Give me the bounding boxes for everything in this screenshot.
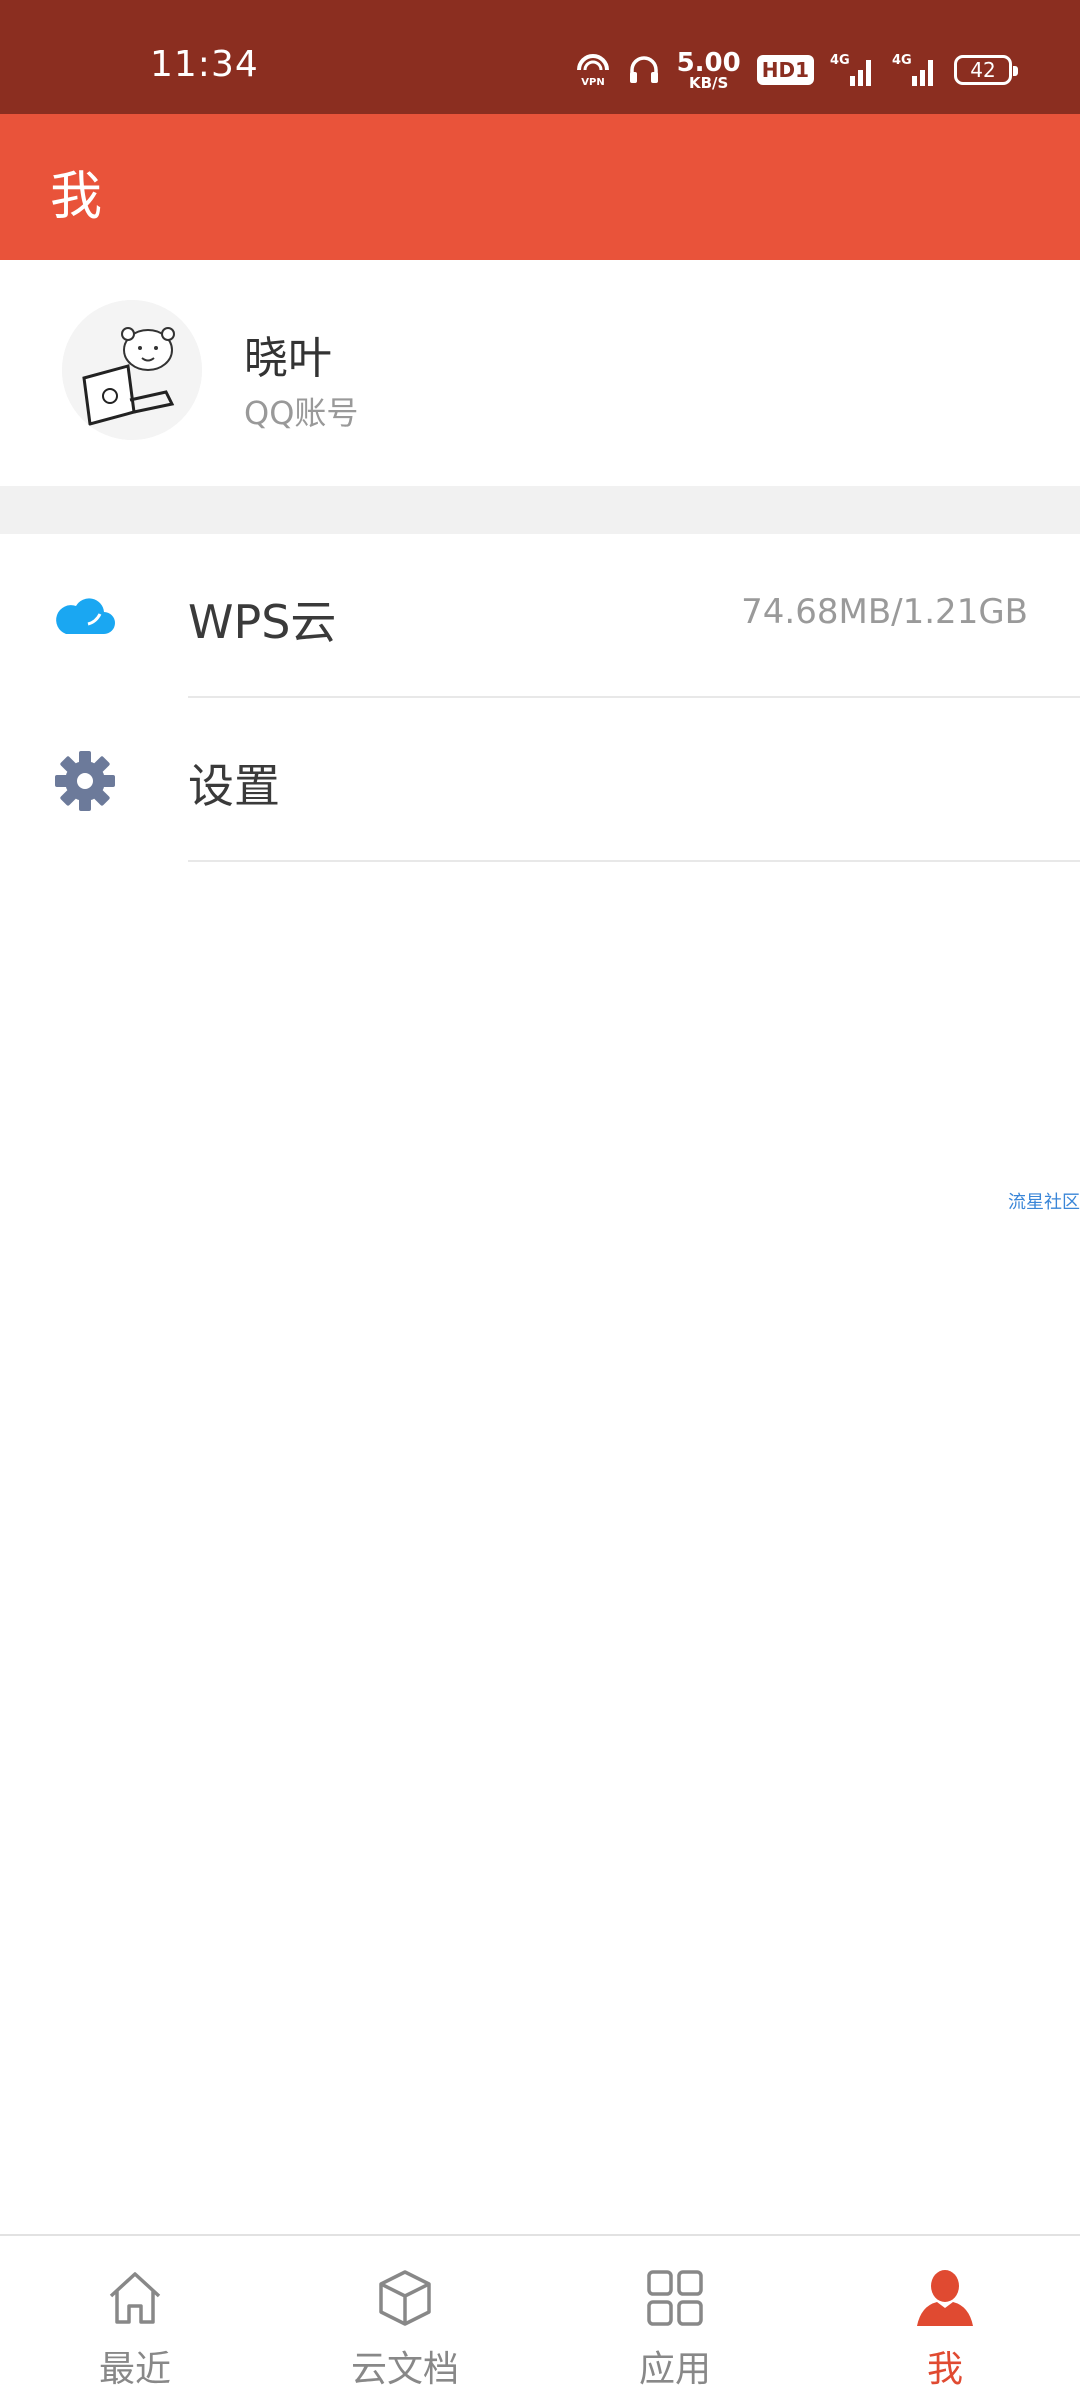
settings-label: 设置 (188, 759, 280, 813)
tab-apps[interactable]: 应用 (540, 2236, 810, 2400)
headphones-icon (627, 53, 661, 87)
tab-recent[interactable]: 最近 (0, 2236, 270, 2400)
page-title: 我 (50, 167, 103, 227)
tab-cloud-docs[interactable]: 云文档 (270, 2236, 540, 2400)
person-icon (913, 2266, 977, 2330)
status-bar: 11:34 VPN 5.00 KB/S HD1 4G 4G 42 (0, 0, 1080, 114)
cloud-icon (52, 584, 118, 650)
profile-card[interactable]: 晓叶 QQ账号 (0, 260, 1080, 486)
battery-icon: 42 (954, 55, 1018, 85)
hd-badge: HD1 (756, 55, 814, 85)
status-icons: VPN 5.00 KB/S HD1 4G 4G 42 (575, 47, 1018, 92)
row-divider (188, 860, 1080, 862)
tab-label: 我 (926, 2349, 963, 2390)
wps-cloud-row[interactable]: WPS云 74.68MB/1.21GB (0, 534, 1080, 698)
cube-icon (373, 2266, 437, 2330)
signal-icon: 4G (892, 50, 938, 90)
app-bar: 我 (0, 114, 1080, 260)
storage-usage: 74.68MB/1.21GB (741, 592, 1028, 632)
avatar[interactable] (62, 300, 202, 440)
gear-icon (52, 748, 118, 814)
svg-text:VPN: VPN (581, 77, 604, 88)
grid-icon (643, 2266, 707, 2330)
bottom-tab-bar: 最近 云文档 应用 我 (0, 2234, 1080, 2400)
account-type: QQ账号 (244, 394, 359, 432)
user-name: 晓叶 (244, 333, 332, 384)
watermark: 流星社区 (1008, 1192, 1080, 1213)
status-time: 11:34 (150, 44, 259, 85)
tab-label: 应用 (638, 2349, 711, 2390)
settings-row[interactable]: 设置 (0, 698, 1080, 862)
wps-cloud-label: WPS云 (188, 595, 337, 649)
tab-label: 最近 (98, 2349, 171, 2390)
section-divider (0, 486, 1080, 534)
network-speed: 5.00 KB/S (676, 47, 741, 92)
svg-text:4G: 4G (830, 53, 850, 68)
svg-text:4G: 4G (892, 53, 912, 68)
home-icon (103, 2266, 167, 2330)
signal-icon: 4G (830, 50, 876, 90)
tab-label: 云文档 (350, 2349, 459, 2390)
tab-me[interactable]: 我 (810, 2236, 1080, 2400)
vpn-icon: VPN (575, 52, 611, 88)
